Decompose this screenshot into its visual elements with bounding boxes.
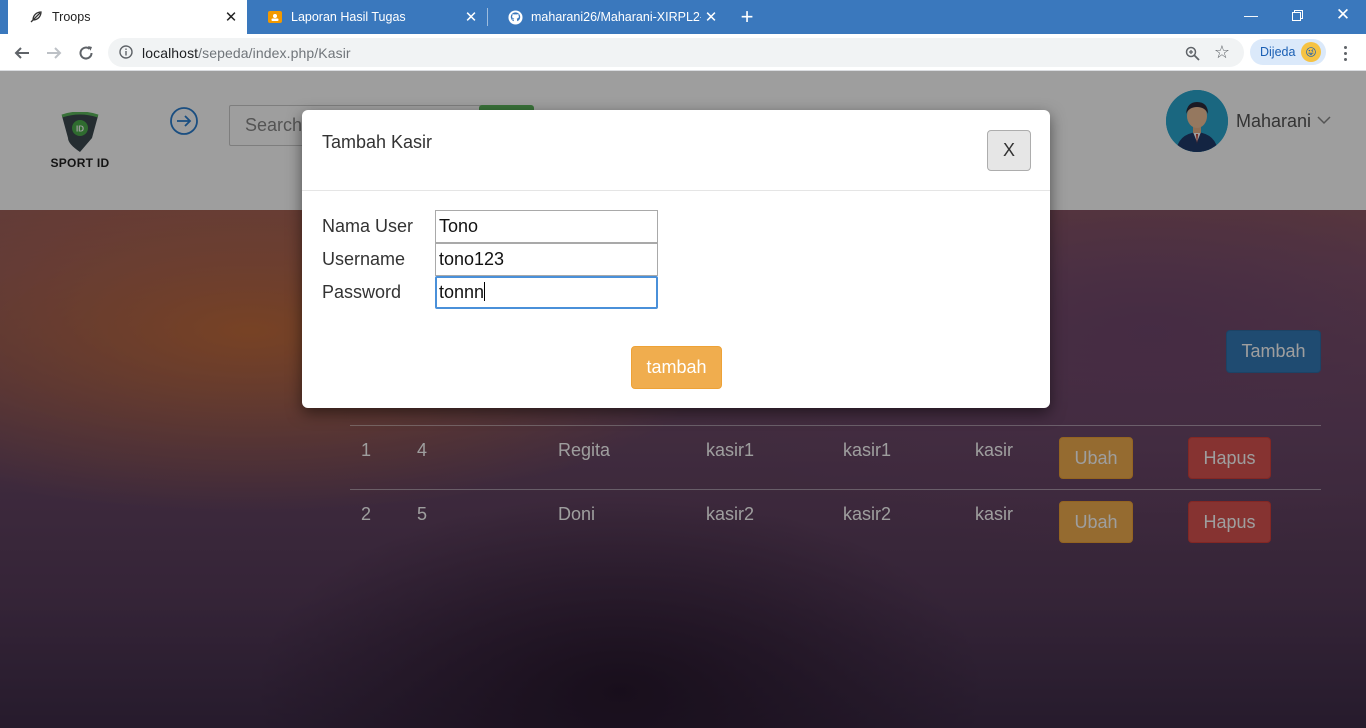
- reload-icon[interactable]: [72, 39, 100, 67]
- restore-icon[interactable]: [1274, 0, 1320, 30]
- close-window-icon[interactable]: ✕: [1320, 0, 1366, 30]
- form-row-username: Username tono123: [322, 243, 658, 276]
- add-kasir-modal: Tambah Kasir X Nama User Tono Username t…: [302, 110, 1050, 408]
- modal-header: Tambah Kasir X: [302, 110, 1050, 191]
- tab-strip: Troops ✕ Laporan Hasil Tugas ✕ maharani2…: [0, 0, 1366, 34]
- form-row-password: Password tonnn: [322, 276, 658, 309]
- tab-github[interactable]: maharani26/Maharani-XIRPL2-22 ✕: [487, 0, 727, 34]
- address-bar[interactable]: localhost/sepeda/index.php/Kasir ☆: [108, 38, 1244, 67]
- close-tab-icon[interactable]: ✕: [461, 7, 481, 27]
- tab-title: maharani26/Maharani-XIRPL2-22: [531, 10, 701, 24]
- close-tab-icon[interactable]: ✕: [701, 7, 721, 27]
- bookmark-star-icon[interactable]: ☆: [1212, 42, 1232, 62]
- form-row-nama-user: Nama User Tono: [322, 210, 658, 243]
- feather-icon: [28, 9, 44, 25]
- url-path: /sepeda/index.php/Kasir: [198, 45, 351, 61]
- info-icon[interactable]: [118, 44, 134, 60]
- url-text: localhost/sepeda/index.php/Kasir: [142, 45, 351, 61]
- menu-icon[interactable]: [1333, 40, 1357, 66]
- tab-title: Troops: [52, 10, 91, 24]
- tab-title: Laporan Hasil Tugas: [291, 10, 406, 24]
- url-host: localhost: [142, 45, 199, 61]
- new-tab-button[interactable]: +: [734, 4, 760, 30]
- submit-tambah-button[interactable]: tambah: [631, 346, 722, 389]
- back-icon[interactable]: [8, 39, 36, 67]
- zoom-icon[interactable]: [1182, 43, 1202, 63]
- minimize-icon[interactable]: —: [1228, 0, 1274, 30]
- modal-title: Tambah Kasir: [322, 132, 433, 152]
- password-input[interactable]: tonnn: [435, 276, 658, 309]
- github-icon: [507, 9, 523, 25]
- forward-icon[interactable]: [40, 39, 68, 67]
- text-cursor: [484, 282, 486, 301]
- nama-user-label: Nama User: [322, 216, 414, 236]
- page-content: ID SPORT ID Search Maharani Tambah 1 4 R…: [0, 71, 1366, 728]
- password-value: tonnn: [439, 282, 485, 302]
- close-tab-icon[interactable]: ✕: [221, 7, 241, 27]
- username-label: Username: [322, 249, 406, 269]
- tab-laporan[interactable]: Laporan Hasil Tugas ✕: [247, 0, 487, 34]
- browser-toolbar: localhost/sepeda/index.php/Kasir ☆ Dijed…: [0, 34, 1366, 71]
- profile-button[interactable]: Dijeda 😜: [1250, 39, 1326, 65]
- close-button[interactable]: X: [987, 130, 1031, 171]
- tab-troops[interactable]: Troops ✕: [8, 0, 247, 34]
- slides-icon: [267, 9, 283, 25]
- profile-name: Dijeda: [1260, 45, 1296, 59]
- password-label: Password: [322, 282, 402, 302]
- profile-avatar-icon: 😜: [1301, 42, 1321, 62]
- nama-user-input[interactable]: Tono: [435, 210, 658, 243]
- username-input[interactable]: tono123: [435, 243, 658, 276]
